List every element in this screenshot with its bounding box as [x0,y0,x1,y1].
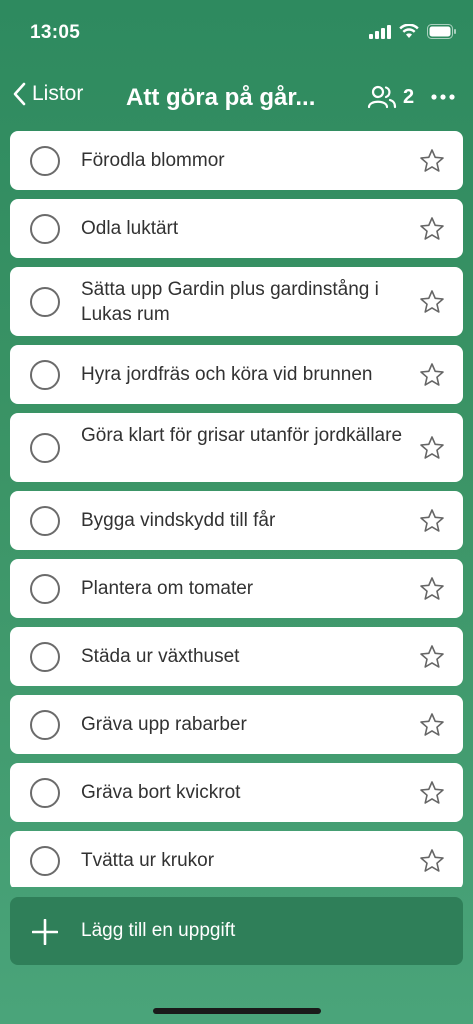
task-item[interactable]: Förodla blommor [10,131,463,190]
chevron-left-icon [13,82,26,106]
star-icon[interactable] [419,848,445,874]
star-icon[interactable] [419,362,445,388]
star-icon[interactable] [419,644,445,670]
add-task-button[interactable]: Lägg till en uppgift [10,897,463,965]
task-item[interactable]: Tvätta ur krukor [10,831,463,887]
task-item[interactable]: Gräva bort kvickrot [10,763,463,822]
task-title: Förodla blommor [81,150,225,171]
task-title: Odla luktärt [81,218,179,239]
page-title: Att göra på går... [126,84,316,111]
task-complete-checkbox[interactable] [30,777,60,808]
task-item[interactable]: Göra klart för grisar utanför jordkällar… [10,413,463,482]
task-title: Göra klart för grisar utanför jordkällar… [81,424,403,446]
more-horizontal-icon[interactable] [430,84,456,110]
task-complete-checkbox[interactable] [30,845,60,876]
task-complete-checkbox[interactable] [30,213,60,244]
task-item[interactable]: Städa ur växthuset [10,627,463,686]
task-title: Sätta upp Gardin plus gardinstång i Luka… [81,278,379,325]
back-button[interactable]: Listor [12,82,83,106]
star-icon[interactable] [419,508,445,534]
task-list[interactable]: Förodla blommor Odla luktärt Sätta upp Gar… [10,131,463,887]
task-title: Gräva bort kvickrot [81,782,241,803]
star-icon[interactable] [419,216,445,242]
status-icons [369,24,457,39]
task-item[interactable]: Sätta upp Gardin plus gardinstång i Luka… [10,267,463,336]
task-complete-checkbox[interactable] [30,573,60,604]
task-complete-checkbox[interactable] [30,286,60,317]
task-item[interactable]: Gräva upp rabarber [10,695,463,754]
task-title: Städa ur växthuset [81,646,240,667]
task-title: Hyra jordfräs och köra vid brunnen [81,364,373,385]
add-task-label: Lägg till en uppgift [81,920,236,941]
people-icon [367,85,397,109]
task-title: Tvätta ur krukor [81,850,215,871]
task-item[interactable]: Plantera om tomater [10,559,463,618]
task-complete-checkbox[interactable] [30,709,60,740]
task-title: Gräva upp rabarber [81,714,247,735]
task-complete-checkbox[interactable] [30,145,60,176]
star-icon[interactable] [419,289,445,315]
plus-icon [32,919,58,945]
task-complete-checkbox[interactable] [30,641,60,672]
back-label: Listor [32,82,84,105]
battery-icon [427,24,456,39]
wifi-icon [399,24,419,38]
status-bar: 13:05 [0,0,473,64]
nav-bar: Listor Att göra på går... 2 [0,72,473,124]
star-icon[interactable] [419,435,445,461]
shared-count: 2 [403,85,415,108]
star-icon[interactable] [419,780,445,806]
task-item[interactable]: Odla luktärt [10,199,463,258]
home-indicator [153,1008,321,1014]
star-icon[interactable] [419,712,445,738]
task-complete-checkbox[interactable] [30,359,60,390]
task-title: Bygga vindskydd till får [81,510,276,531]
task-complete-checkbox[interactable] [30,505,60,536]
task-item[interactable]: Hyra jordfräs och köra vid brunnen [10,345,463,404]
status-time: 13:05 [30,22,81,43]
task-title: Plantera om tomater [81,578,254,599]
star-icon[interactable] [419,576,445,602]
task-complete-checkbox[interactable] [30,432,60,463]
star-icon[interactable] [419,148,445,174]
share-button[interactable]: 2 [367,84,414,110]
task-item[interactable]: Bygga vindskydd till får [10,491,463,550]
signal-icon [369,24,391,39]
